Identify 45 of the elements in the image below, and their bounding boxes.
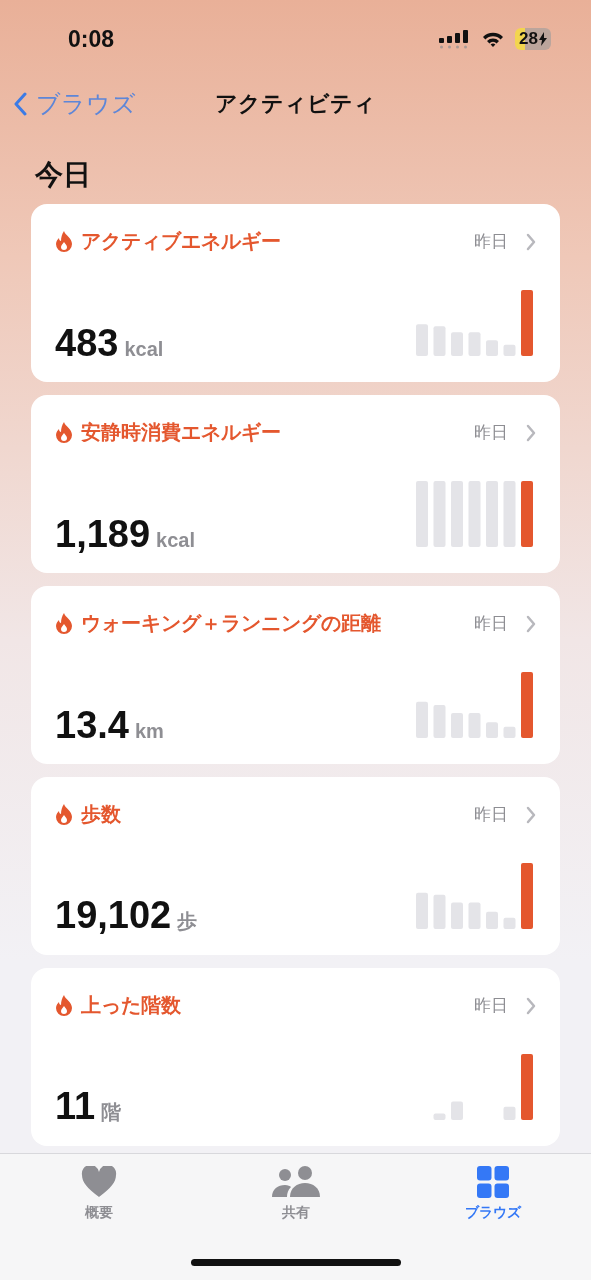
status-time: 0:08 bbox=[68, 25, 115, 53]
card-title: アクティブエネルギー bbox=[81, 229, 282, 254]
people-icon bbox=[271, 1166, 320, 1198]
metric-card[interactable]: ウォーキング＋ランニングの距離 昨日 13.4 km bbox=[31, 586, 560, 764]
tab[interactable]: ブラウズ bbox=[394, 1154, 591, 1223]
date-label: 昨日 bbox=[474, 995, 508, 1017]
metric-unit: kcal bbox=[156, 529, 196, 552]
section-heading: 今日 bbox=[34, 158, 92, 192]
card-title: 歩数 bbox=[81, 802, 122, 827]
chevron-right-icon bbox=[526, 614, 536, 633]
back-chevron-icon bbox=[14, 92, 28, 116]
metric-unit: kcal bbox=[124, 338, 164, 361]
card-title: 上った階数 bbox=[81, 993, 182, 1018]
flame-icon bbox=[55, 230, 73, 253]
date-label: 昨日 bbox=[474, 613, 508, 635]
card-title: 安静時消費エネルギー bbox=[81, 420, 282, 445]
metric-value: 483 bbox=[55, 324, 119, 362]
battery-level: 28 bbox=[519, 29, 538, 49]
metric-value: 19,102 bbox=[55, 896, 172, 934]
metric-unit: 歩 bbox=[177, 909, 198, 934]
metric-unit: 階 bbox=[101, 1100, 122, 1125]
chevron-right-icon bbox=[526, 805, 536, 824]
card-title: ウォーキング＋ランニングの距離 bbox=[81, 611, 382, 636]
chevron-right-icon bbox=[526, 232, 536, 251]
metric-card[interactable]: 安静時消費エネルギー 昨日 1,189 kcal bbox=[31, 395, 560, 573]
grid-icon bbox=[476, 1166, 509, 1198]
metric-card[interactable]: アクティブエネルギー 昨日 483 kcal bbox=[31, 204, 560, 382]
metric-card[interactable]: 歩数 昨日 19,102 歩 bbox=[31, 777, 560, 955]
charging-bolt-icon bbox=[539, 32, 547, 46]
heart-icon bbox=[80, 1166, 117, 1198]
flame-icon bbox=[55, 803, 73, 826]
chevron-right-icon bbox=[526, 996, 536, 1015]
chevron-right-icon bbox=[526, 423, 536, 442]
date-label: 昨日 bbox=[474, 804, 508, 826]
metric-card[interactable]: 上った階数 昨日 11 階 bbox=[31, 968, 560, 1146]
date-label: 昨日 bbox=[474, 422, 508, 444]
metric-value: 11 bbox=[55, 1087, 96, 1125]
flame-icon bbox=[55, 612, 73, 635]
metric-unit: km bbox=[134, 720, 164, 743]
flame-icon bbox=[55, 994, 73, 1017]
metric-value: 1,189 bbox=[55, 515, 151, 553]
metric-value: 13.4 bbox=[55, 706, 129, 744]
flame-icon bbox=[55, 421, 73, 444]
screen-title: アクティビティ bbox=[215, 90, 376, 118]
date-label: 昨日 bbox=[474, 231, 508, 253]
